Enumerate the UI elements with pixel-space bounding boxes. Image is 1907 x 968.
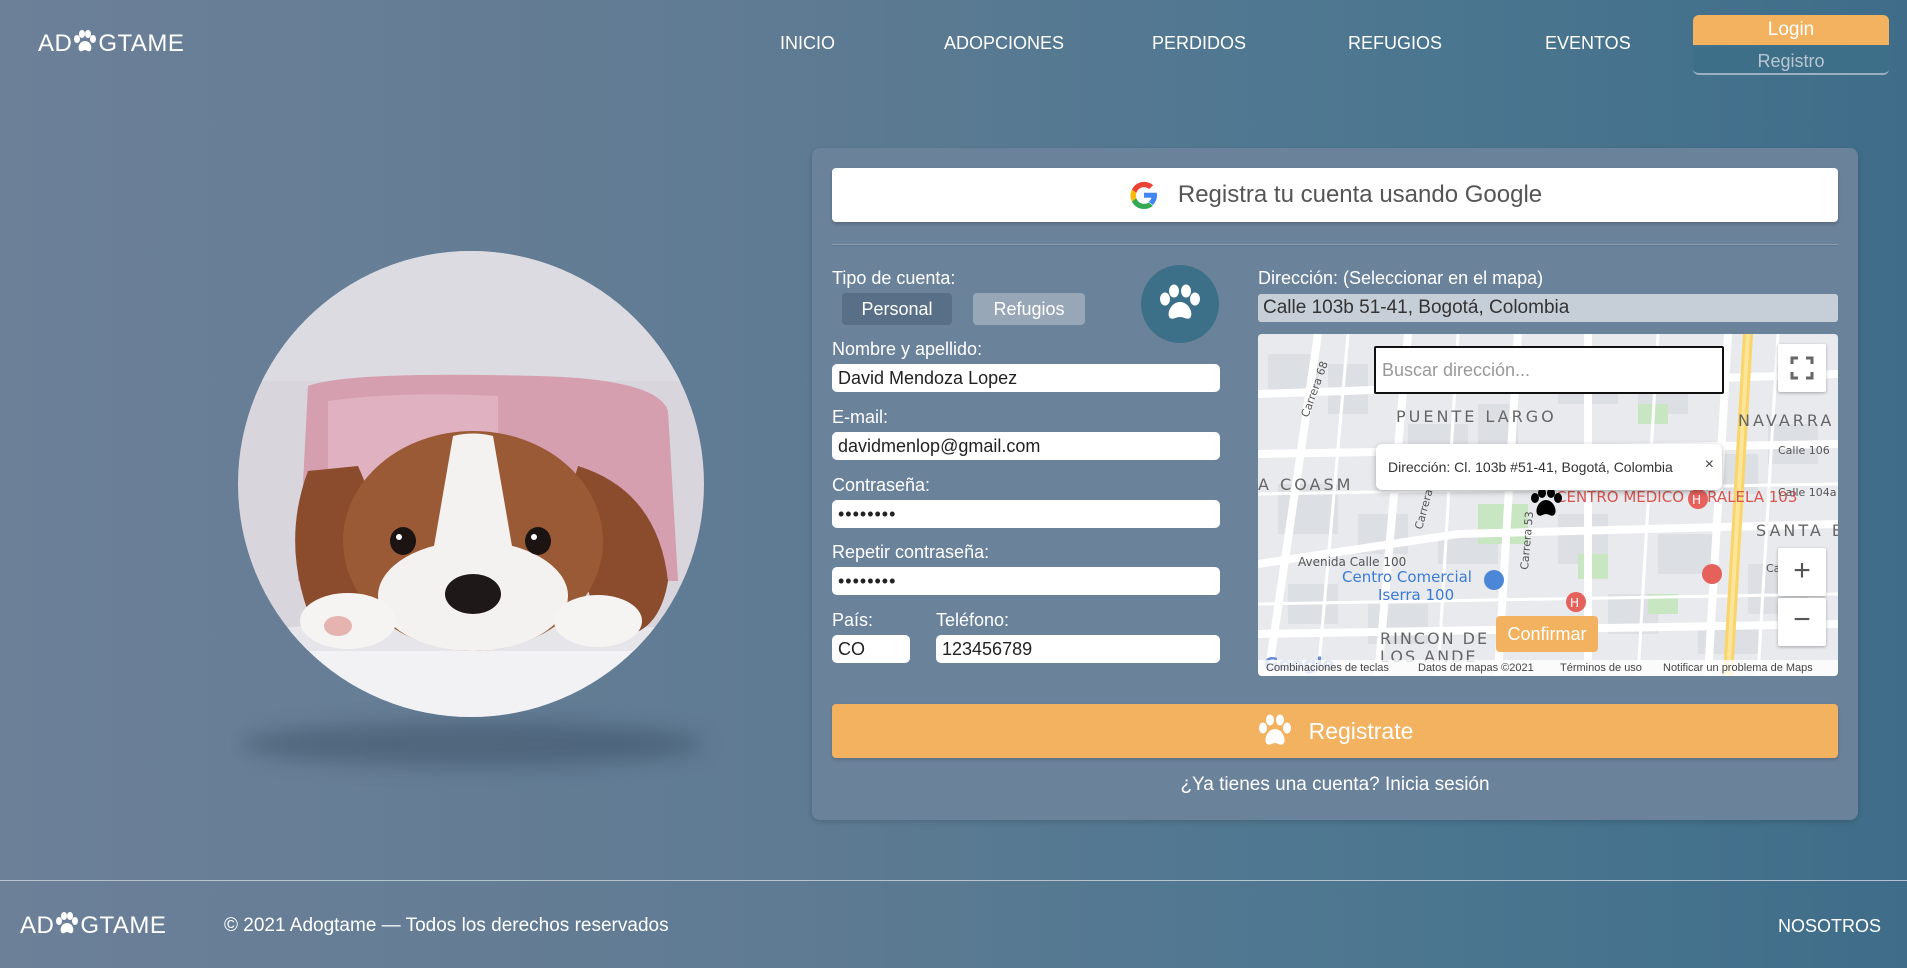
google-register-button[interactable]: Registra tu cuenta usando Google <box>832 168 1838 222</box>
map-label-puente-largo: PUENTE LARGO <box>1396 407 1557 426</box>
paw-badge <box>1141 265 1219 343</box>
footer-divider <box>0 880 1907 881</box>
map-label-centro-comercial: Centro Comercial <box>1342 568 1472 586</box>
nav-adopciones[interactable]: ADOPCIONES <box>944 33 1064 54</box>
map-info-text: Dirección: Cl. 103b #51-41, Bogotá, Colo… <box>1388 459 1673 475</box>
map-label-rincon: RINCON DE <box>1380 629 1489 648</box>
zoom-out-button[interactable]: − <box>1778 598 1826 646</box>
address-label: Dirección: (Seleccionar en el mapa) <box>1258 268 1544 288</box>
login-button[interactable]: Login <box>1693 15 1889 45</box>
phone-field[interactable]: 123456789 <box>936 635 1220 663</box>
map-label-navarra: NAVARRA <box>1738 411 1834 430</box>
name-field[interactable]: David Mendoza Lopez <box>832 364 1220 392</box>
close-icon[interactable]: × <box>1705 442 1714 488</box>
footer-logo-text-left: AD <box>20 912 55 939</box>
name-label: Nombre y apellido: <box>832 339 983 359</box>
fullscreen-button[interactable] <box>1778 344 1826 392</box>
country-label: País: <box>832 610 874 630</box>
register-card: Registra tu cuenta usando Google Tipo de… <box>812 148 1858 820</box>
email-field[interactable]: davidmenlop@gmail.com <box>832 432 1220 460</box>
account-type-personal[interactable]: Personal <box>842 293 952 325</box>
account-type-refugios[interactable]: Refugios <box>973 293 1085 325</box>
password-label: Contraseña: <box>832 475 931 495</box>
footer-logo-text-right: GTAME <box>80 912 167 939</box>
phone-label: Teléfono: <box>936 610 1010 630</box>
svg-text:H: H <box>1570 596 1579 610</box>
map-info-window: Dirección: Cl. 103b #51-41, Bogotá, Colo… <box>1376 444 1722 490</box>
email-label: E-mail: <box>832 407 889 427</box>
nav-eventos[interactable]: EVENTOS <box>1545 33 1631 54</box>
map-terms[interactable]: Términos de uso <box>1560 660 1642 676</box>
map-label-calle-106: Calle 106 <box>1778 444 1830 457</box>
nav-perdidos[interactable]: PERDIDOS <box>1152 33 1246 54</box>
register-button-label: Registrate <box>1308 717 1414 744</box>
logo-text-left: AD <box>38 30 73 57</box>
divider <box>832 244 1838 246</box>
logo-text-right: GTAME <box>98 30 185 57</box>
repeat-password-label: Repetir contraseña: <box>832 542 990 562</box>
puppy-image <box>238 251 704 717</box>
repeat-password-field[interactable]: •••••••• <box>832 567 1220 595</box>
map-label-coasm: A COASM <box>1258 475 1353 494</box>
country-field[interactable]: CO <box>832 635 910 663</box>
map-search-input[interactable]: Buscar dirección... <box>1374 346 1724 394</box>
image-shadow <box>240 722 704 766</box>
map-keyboard-shortcuts[interactable]: Combinaciones de teclas <box>1266 660 1389 676</box>
map-report-problem[interactable]: Notificar un problema de Maps <box>1663 660 1813 676</box>
footer-logo[interactable]: AD GTAME <box>20 912 166 940</box>
nav-inicio[interactable]: INICIO <box>780 33 835 54</box>
map[interactable]: PUENTE LARGO NAVARRA A COASM SANTA BI CE… <box>1258 334 1838 676</box>
paw-icon <box>1160 284 1200 319</box>
site-logo[interactable]: AD GTAME <box>38 30 184 58</box>
zoom-in-button[interactable]: + <box>1778 548 1826 596</box>
address-field[interactable]: Calle 103b 51-41, Bogotá, Colombia <box>1258 294 1838 322</box>
google-button-label: Registra tu cuenta usando Google <box>1177 181 1543 208</box>
nosotros-link[interactable]: NOSOTROS <box>1778 916 1881 937</box>
map-label-santa-bi: SANTA BI <box>1756 521 1838 540</box>
map-label-avenida-100: Avenida Calle 100 <box>1298 555 1406 569</box>
nav-refugios[interactable]: REFUGIOS <box>1348 33 1442 54</box>
paw-icon <box>1258 714 1291 745</box>
map-label-calle-104a: Calle 104a <box>1778 486 1837 499</box>
paw-icon <box>56 912 79 934</box>
account-type-label: Tipo de cuenta: <box>832 268 956 288</box>
map-label-iserra: Iserra 100 <box>1378 586 1454 604</box>
map-label-centro-medico: CENTRO MEDICO PARALELA 103 <box>1556 488 1797 506</box>
svg-text:H: H <box>1692 493 1701 507</box>
login-link[interactable]: ¿Ya tienes una cuenta? Inicia sesión <box>812 774 1858 796</box>
paw-icon <box>74 30 97 52</box>
fullscreen-icon <box>1790 356 1814 380</box>
map-footer: Combinaciones de teclas Datos de mapas ©… <box>1258 660 1838 676</box>
registro-button[interactable]: Registro <box>1693 47 1889 75</box>
password-field[interactable]: •••••••• <box>832 500 1220 528</box>
copyright: © 2021 Adogtame — Todos los derechos res… <box>224 915 669 936</box>
register-button[interactable]: Registrate <box>832 704 1838 758</box>
confirm-location-button[interactable]: Confirmar <box>1496 616 1598 652</box>
google-icon <box>1130 181 1157 209</box>
map-data-credit: Datos de mapas ©2021 <box>1418 662 1534 674</box>
